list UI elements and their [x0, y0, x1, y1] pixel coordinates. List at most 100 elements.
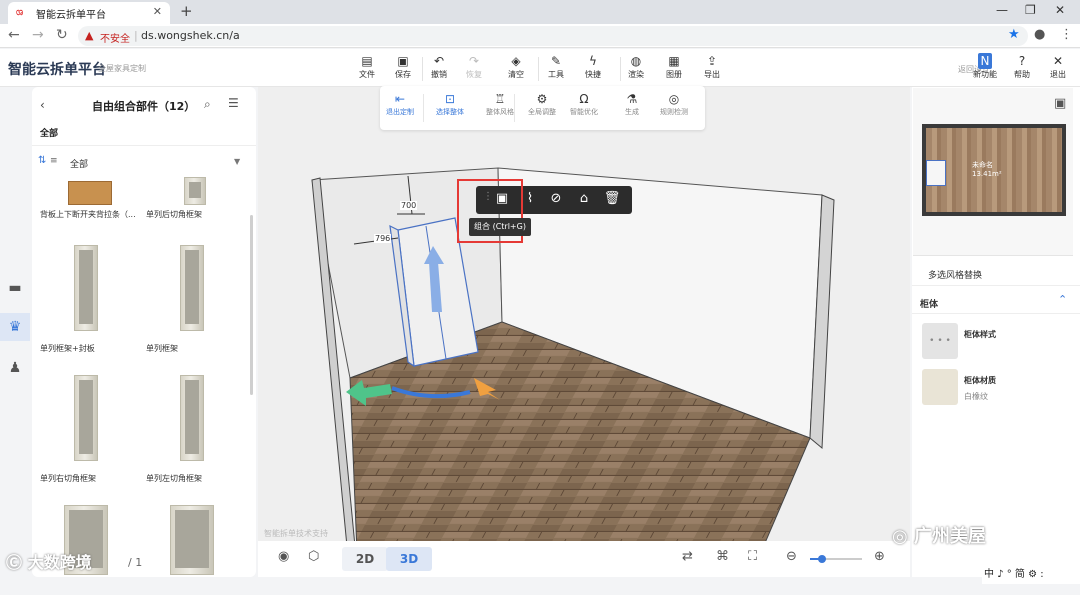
part-thumbnail [170, 505, 214, 575]
list-menu-icon[interactable]: ☰ [228, 96, 239, 110]
crown-rail-icon[interactable]: ♛ [0, 313, 30, 341]
bolt-button[interactable]: ϟ 快捷 [578, 53, 608, 85]
category-all[interactable]: 全部 [40, 126, 58, 139]
exit-button[interactable]: ✕ 退出 [1043, 53, 1073, 85]
select-all-icon: ⊡ [444, 92, 456, 106]
sort-select[interactable]: 全部 [70, 157, 88, 170]
camera-icon[interactable]: ⌘ [716, 549, 729, 564]
back-icon[interactable]: ‹ [40, 98, 45, 112]
favicon-icon: ශ [16, 7, 24, 18]
left-rail: ▬ ♛ ♟ [0, 87, 30, 584]
fullscreen-icon[interactable]: ⛶ [748, 549, 757, 564]
zoom-slider-thumb[interactable] [818, 555, 826, 563]
3d-canvas[interactable]: 700 796 [258, 87, 910, 577]
section-title: 柜体 [920, 300, 939, 310]
redo-button[interactable]: ↷ 恢复 [459, 53, 489, 85]
part-thumbnail [180, 245, 204, 331]
new-feature-button[interactable]: N 新功能 [970, 53, 1000, 85]
cube-icon[interactable]: ⬡ [308, 549, 319, 564]
generate-button[interactable]: ⚗ 生成 [612, 91, 652, 117]
not-secure-label[interactable]: 不安全 [100, 30, 130, 45]
exit-custom-button[interactable]: ⇤ 退出定制 [380, 91, 420, 117]
cabinet-material-swatch[interactable] [922, 369, 958, 405]
part-card[interactable] [140, 499, 240, 595]
part-card[interactable]: 单列后切角框架 [140, 177, 240, 235]
chevron-down-icon[interactable]: ▼ [234, 157, 240, 166]
export-button[interactable]: ⇪ 导出 [697, 53, 727, 85]
lock-icon[interactable]: ⌂ [574, 191, 594, 206]
browser-tab[interactable]: ශ 智能云拆单平台 ✕ [8, 2, 170, 24]
album-icon: ▦ [668, 54, 680, 68]
toolbar-label: 清空 [508, 70, 524, 79]
close-tab-icon[interactable]: ✕ [153, 5, 162, 18]
minimap-toggle-icon[interactable]: ▣ [1054, 96, 1066, 111]
part-name: 单列后切角框架 [146, 210, 202, 219]
delete-icon[interactable]: 🗑 [602, 191, 622, 206]
scrollbar[interactable] [250, 215, 253, 395]
smart-opt-button[interactable]: Ω 智能优化 [564, 91, 604, 117]
window-close-icon[interactable]: ✕ [1055, 3, 1065, 17]
rule-check-button[interactable]: ◎ 规则检测 [654, 91, 694, 117]
part-card[interactable]: 背板上下断开夹背拉条（... [34, 177, 136, 235]
user-rail-icon[interactable]: ♟ [0, 354, 30, 382]
toggle-icon[interactable]: ⇄ [682, 549, 693, 564]
toolbar-label: 工具 [548, 70, 564, 79]
undo-button[interactable]: ↶ 撤销 [424, 53, 454, 85]
sort-icon[interactable]: ⇅ [38, 155, 46, 166]
new-tab-icon[interactable]: + [180, 2, 193, 20]
divider [514, 94, 515, 122]
wrench-button[interactable]: ✎ 工具 [541, 53, 571, 85]
part-card[interactable]: 单列右切角框架 [34, 369, 134, 499]
eye-icon[interactable]: ◉ [278, 549, 289, 564]
minimize-icon[interactable]: — [996, 3, 1008, 17]
search-icon[interactable]: ⌕ [204, 97, 211, 112]
brush-icon[interactable]: ⌇ [520, 191, 540, 206]
url-separator: | [134, 29, 138, 42]
select-all-button[interactable]: ⊡ 选择整体 [430, 91, 470, 117]
room-scene [311, 167, 835, 577]
help-button[interactable]: ? 帮助 [1007, 53, 1037, 85]
file-button[interactable]: ▤ 文件 [352, 53, 382, 85]
account-icon[interactable]: ● [1034, 27, 1045, 42]
filter-icon[interactable]: ≡ [50, 156, 58, 166]
new-feature-icon: N [978, 53, 992, 69]
view-toolbar-label: 退出定制 [386, 108, 414, 116]
tab-title: 智能云拆单平台 [36, 10, 106, 21]
bookmark-star-icon[interactable]: ★ [1008, 27, 1020, 42]
zoom-out-icon[interactable]: ⊖ [786, 549, 797, 564]
save-button[interactable]: ▣ 保存 [388, 53, 418, 85]
forward-icon[interactable]: → [32, 27, 44, 43]
part-name: 背板上下断开夹背拉条（... [40, 210, 136, 219]
eraser-button[interactable]: ◈ 清空 [501, 53, 531, 85]
part-card[interactable]: 单列左切角框架 [140, 369, 240, 499]
mode-2d-button[interactable]: 2D [342, 547, 388, 571]
part-card[interactable]: 单列框架+封板 [34, 239, 134, 369]
ime-status-bar[interactable]: 中 ♪ ° 简 ⚙ : [982, 566, 1080, 584]
url-field[interactable]: ▲ 不安全 | ds.wongshek.cn/a [78, 26, 1028, 46]
zoom-slider[interactable] [810, 555, 862, 563]
hide-icon[interactable]: ⊘ [546, 191, 566, 206]
multi-style-replace[interactable]: 多选风格替换 [928, 268, 982, 281]
chevron-up-icon[interactable]: ⌃ [1058, 293, 1067, 306]
part-card[interactable]: 单列框架 [140, 239, 240, 369]
width-dimension[interactable]: 700 [400, 201, 418, 210]
mode-3d-button[interactable]: 3D [386, 547, 432, 571]
album-button[interactable]: ▦ 图册 [659, 53, 689, 85]
part-card[interactable] [34, 499, 134, 595]
back-icon[interactable]: ← [8, 27, 20, 43]
cabinet-style-swatch[interactable]: • • • [922, 323, 958, 359]
browser-menu-icon[interactable]: ⋮ [1060, 27, 1073, 42]
depth-dimension[interactable]: 796 [374, 234, 392, 243]
cabinet-rail-icon[interactable]: ▬ [0, 274, 30, 302]
global-adjust-icon: ⚙ [536, 92, 548, 106]
exit-icon: ✕ [1052, 54, 1064, 68]
zoom-in-icon[interactable]: ⊕ [874, 549, 885, 564]
toolbar-label: 文件 [359, 70, 375, 79]
divider [32, 145, 256, 146]
global-adjust-button[interactable]: ⚙ 全局调整 [522, 91, 562, 117]
maximize-icon[interactable]: ❐ [1025, 3, 1036, 17]
reload-icon[interactable]: ↻ [56, 27, 68, 43]
toolbar-label: 新功能 [973, 70, 997, 79]
render-button[interactable]: ◍ 渲染 [621, 53, 651, 85]
toolbar-label: 渲染 [628, 70, 644, 79]
